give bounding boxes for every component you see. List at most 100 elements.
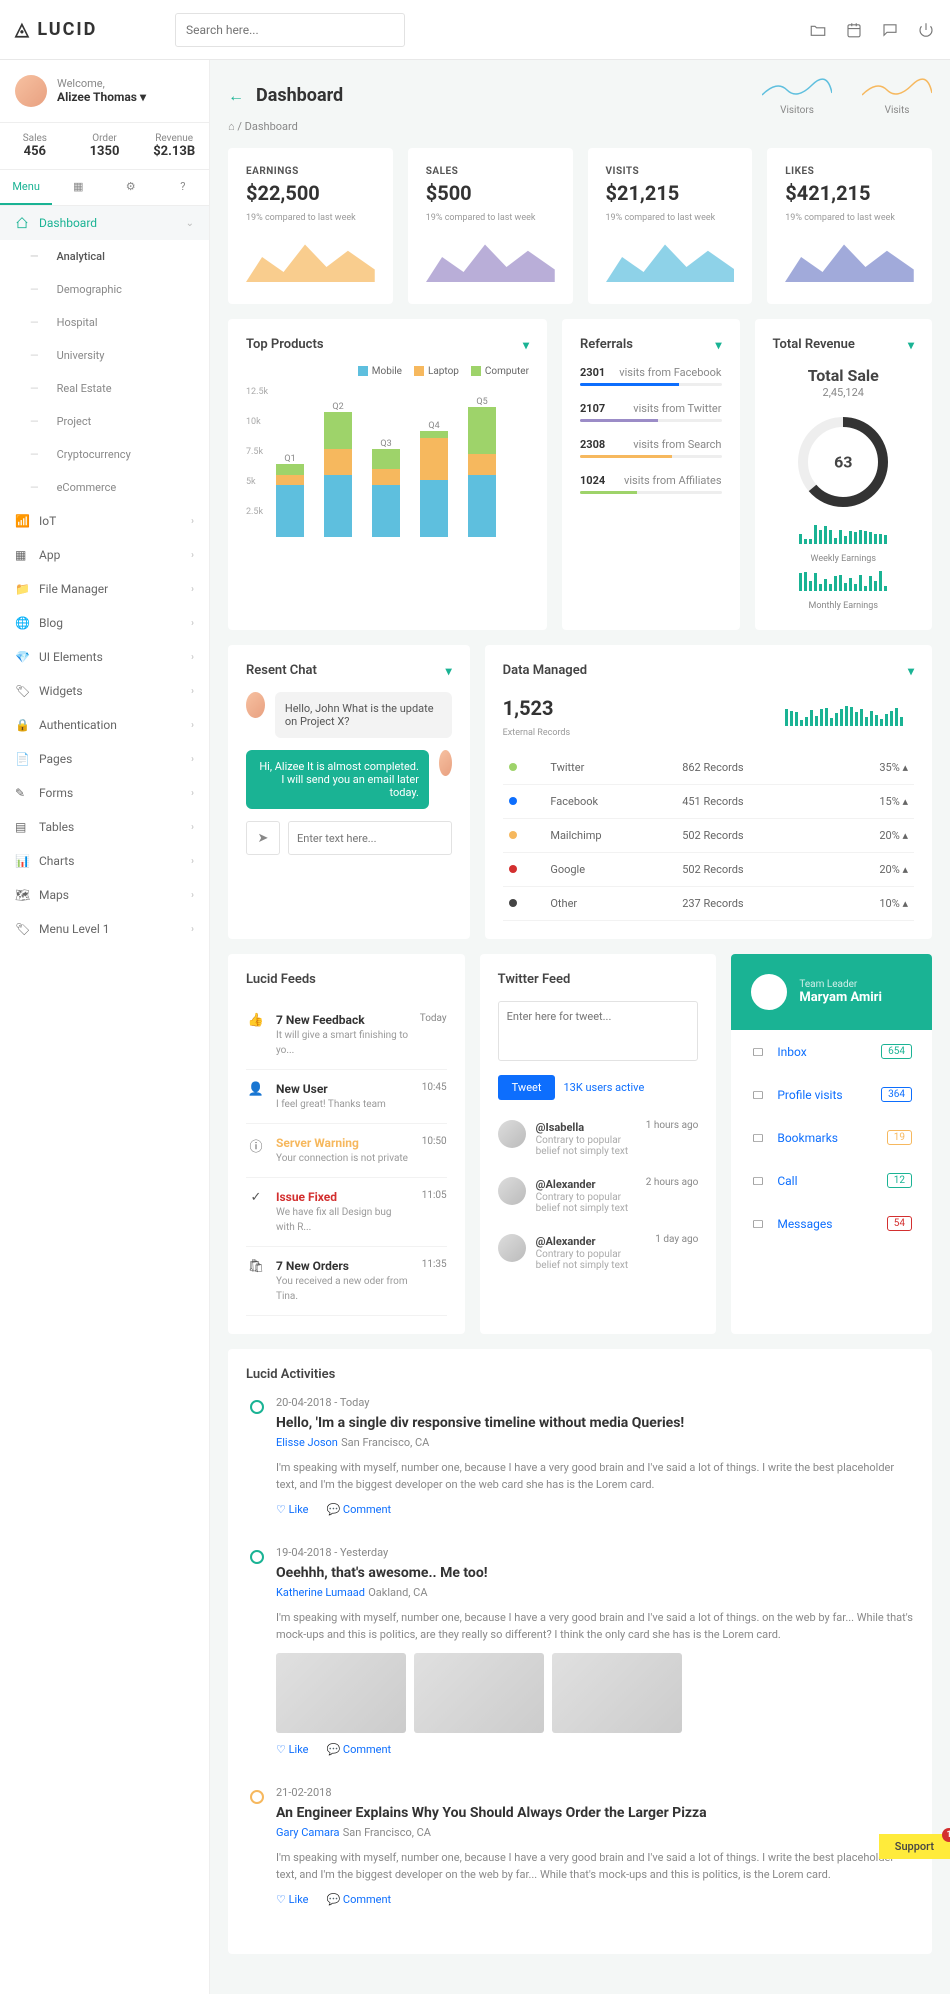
chat-icon[interactable]: [881, 21, 899, 39]
nav-sub-project[interactable]: Project: [0, 405, 209, 438]
tab-4[interactable]: ?: [157, 170, 209, 205]
nav-file-manager[interactable]: 📁File Manager›: [0, 572, 209, 606]
chat-input[interactable]: [288, 821, 452, 855]
nav-blog[interactable]: 🌐Blog›: [0, 606, 209, 640]
send-icon[interactable]: ➤: [246, 821, 280, 855]
like-button[interactable]: ♡ Like: [276, 1503, 309, 1516]
referral-item: 2308visits from Search: [580, 438, 722, 458]
breadcrumb: ⌂ / Dashboard: [228, 120, 932, 133]
activities-card: Lucid Activities 20-04-2018 - TodayHello…: [228, 1349, 932, 1954]
leader-item[interactable]: Inbox654: [731, 1030, 932, 1073]
leader-item[interactable]: Call12: [731, 1159, 932, 1202]
tab-menu[interactable]: Menu: [0, 170, 52, 205]
feed-item[interactable]: 🛍7 New OrdersYou received a new oder fro…: [246, 1247, 447, 1316]
top-header: ◬ LUCID: [0, 0, 950, 60]
like-button[interactable]: ♡ Like: [276, 1893, 309, 1906]
card-menu[interactable]: ▾: [908, 664, 914, 678]
logo[interactable]: ◬ LUCID: [15, 19, 165, 40]
chart-bar: Q3: [372, 433, 400, 537]
timeline-item: 20-04-2018 - TodayHello, 'Im a single di…: [276, 1396, 914, 1516]
side-stat: Revenue$2.13B: [139, 123, 209, 169]
nav-charts[interactable]: 📊Charts›: [0, 844, 209, 878]
kpi-card: VISITS$21,21519% compared to last week: [588, 148, 753, 304]
support-button[interactable]: Support1: [879, 1834, 950, 1859]
twitter-card: Twitter Feed Tweet13K users active @Isab…: [480, 954, 717, 1334]
nav-sub-ecommerce[interactable]: eCommerce: [0, 471, 209, 504]
power-icon[interactable]: [917, 21, 935, 39]
kpi-card: SALES$50019% compared to last week: [408, 148, 573, 304]
chart-bar: Q4: [420, 415, 448, 537]
avatar: [15, 75, 47, 107]
nav-pages[interactable]: 📄Pages›: [0, 742, 209, 776]
tweet-item: @AlexanderContrary to popular belief not…: [498, 1167, 699, 1224]
top-products-card: Top Products▾ MobileLaptopComputer 12.5k…: [228, 319, 547, 630]
referral-item: 1024visits from Affiliates: [580, 474, 722, 494]
leader-item[interactable]: Messages54: [731, 1202, 932, 1245]
feed-item[interactable]: 👤New UserI feel great! Thanks team10:45: [246, 1070, 447, 1124]
tweet-input[interactable]: [498, 1001, 699, 1061]
dm-row: Google502 Records20% ▴: [503, 853, 914, 887]
tweet-item: @IsabellaContrary to popular belief not …: [498, 1110, 699, 1167]
nav-menu-level-1[interactable]: 🏷Menu Level 1›: [0, 912, 209, 946]
nav-dashboard[interactable]: Dashboard⌄: [0, 206, 209, 240]
tab-2[interactable]: ▦: [52, 170, 104, 205]
leader-item[interactable]: Profile visits364: [731, 1073, 932, 1116]
chart-bar: Q2: [324, 396, 352, 537]
comment-button[interactable]: 💬 Comment: [327, 1893, 392, 1906]
side-stat: Order1350: [70, 123, 140, 169]
nav-ui-elements[interactable]: 💎UI Elements›: [0, 640, 209, 674]
referral-item: 2107visits from Twitter: [580, 402, 722, 422]
nav-app[interactable]: ▦App›: [0, 538, 209, 572]
tab-3[interactable]: ⚙: [105, 170, 157, 205]
kpi-card: EARNINGS$22,50019% compared to last week: [228, 148, 393, 304]
tweet-button[interactable]: Tweet: [498, 1075, 556, 1100]
nav-maps[interactable]: 🗺Maps›: [0, 878, 209, 912]
referral-item: 2301visits from Facebook: [580, 366, 722, 386]
nav-sub-real estate[interactable]: Real Estate: [0, 372, 209, 405]
head-spark: Visits: [862, 75, 932, 116]
timeline-item: 19-04-2018 - YesterdayOeehhh, that's awe…: [276, 1546, 914, 1756]
data-managed-card: Data Managed▾ 1,523External Records Twit…: [485, 645, 932, 939]
calendar-icon[interactable]: [845, 21, 863, 39]
leader-item[interactable]: Bookmarks19: [731, 1116, 932, 1159]
kpi-card: LIKES$421,21519% compared to last week: [767, 148, 932, 304]
feed-item[interactable]: 👍7 New FeedbackIt will give a smart fini…: [246, 1001, 447, 1070]
dm-row: Facebook451 Records15% ▴: [503, 785, 914, 819]
nav-widgets[interactable]: 🏷Widgets›: [0, 674, 209, 708]
chart-bar: Q5: [468, 391, 496, 537]
folder-icon[interactable]: [809, 21, 827, 39]
nav-sub-cryptocurrency[interactable]: Cryptocurrency: [0, 438, 209, 471]
feed-item[interactable]: ⓘServer WarningYour connection is not pr…: [246, 1124, 447, 1178]
dm-row: Other237 Records10% ▴: [503, 887, 914, 921]
nav-iot[interactable]: 📶IoT›: [0, 504, 209, 538]
user-welcome[interactable]: Welcome,Alizee Thomas ▾: [0, 60, 209, 122]
referrals-card: Referrals▾ 2301visits from Facebook2107v…: [562, 319, 740, 630]
nav-sub-demographic[interactable]: Demographic: [0, 273, 209, 306]
nav-sub-analytical[interactable]: Analytical: [0, 240, 209, 273]
leader-card: Team LeaderMaryam Amiri Inbox654Profile …: [731, 954, 932, 1334]
feeds-card: Lucid Feeds 👍7 New FeedbackIt will give …: [228, 954, 465, 1334]
like-button[interactable]: ♡ Like: [276, 1743, 309, 1756]
card-menu[interactable]: ▾: [446, 664, 452, 678]
nav-sub-hospital[interactable]: Hospital: [0, 306, 209, 339]
revenue-card: Total Revenue▾ Total Sale2,45,124 63 Wee…: [755, 319, 933, 630]
card-menu[interactable]: ▾: [908, 338, 914, 352]
dm-row: Mailchimp502 Records20% ▴: [503, 819, 914, 853]
nav-authentication[interactable]: 🔒Authentication›: [0, 708, 209, 742]
comment-button[interactable]: 💬 Comment: [327, 1743, 392, 1756]
card-menu[interactable]: ▾: [523, 338, 529, 352]
chart-bar: Q1: [276, 448, 304, 537]
timeline-item: 21-02-2018An Engineer Explains Why You S…: [276, 1786, 914, 1906]
card-menu[interactable]: ▾: [715, 338, 721, 352]
dm-row: Twitter862 Records35% ▴: [503, 751, 914, 785]
comment-button[interactable]: 💬 Comment: [327, 1503, 392, 1516]
back-button[interactable]: ←: [228, 86, 244, 106]
sidebar: Welcome,Alizee Thomas ▾ Sales456Order135…: [0, 0, 210, 1994]
nav-tables[interactable]: ▤Tables›: [0, 810, 209, 844]
feed-item[interactable]: ✓Issue FixedWe have fix all Design bug w…: [246, 1178, 447, 1247]
search-input[interactable]: [175, 13, 405, 47]
side-tabs: Menu ▦ ⚙ ?: [0, 170, 209, 206]
nav-sub-university[interactable]: University: [0, 339, 209, 372]
side-stat: Sales456: [0, 123, 70, 169]
nav-forms[interactable]: ✎Forms›: [0, 776, 209, 810]
